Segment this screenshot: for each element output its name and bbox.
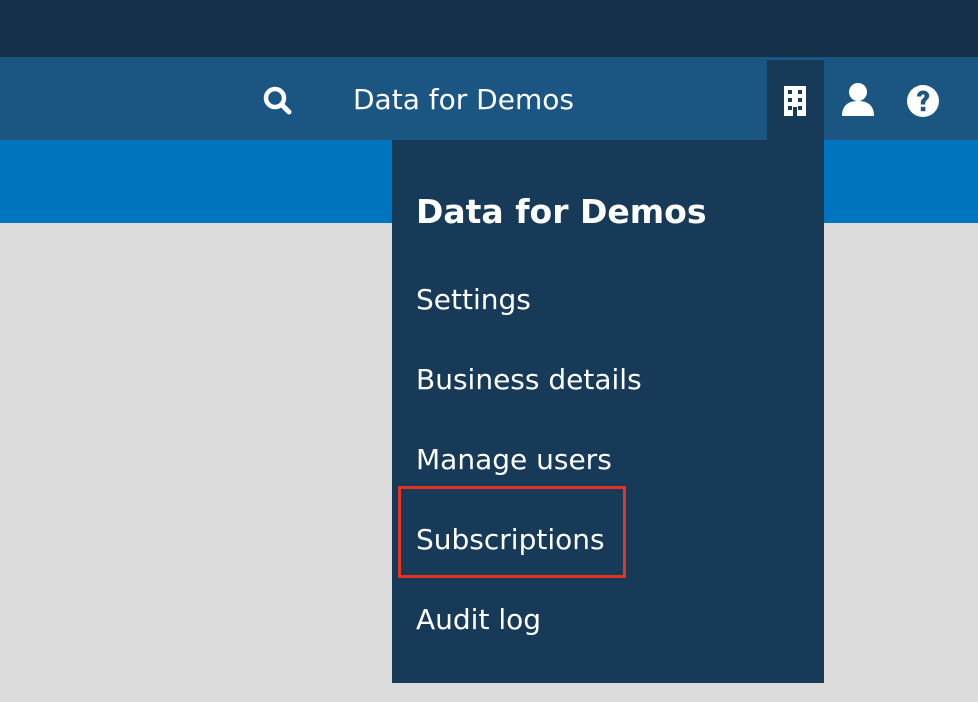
dropdown-title: Data for Demos [416, 192, 707, 231]
user-icon [842, 83, 874, 116]
menu-item-manage-users[interactable]: Manage users [416, 440, 612, 480]
user-menu-button[interactable] [838, 80, 878, 120]
search-icon [263, 86, 292, 115]
subscriptions-highlight-box [398, 486, 626, 578]
help-button[interactable] [902, 80, 944, 122]
organization-dropdown-menu: Data for Demos Settings Business details… [392, 140, 824, 683]
top-bar [0, 0, 978, 57]
organization-menu-button[interactable] [767, 60, 824, 140]
search-button[interactable] [258, 80, 298, 120]
menu-item-audit-log[interactable]: Audit log [416, 600, 541, 640]
menu-item-settings[interactable]: Settings [416, 280, 531, 320]
building-icon [784, 86, 806, 116]
menu-item-business-details[interactable]: Business details [416, 360, 642, 400]
organization-name[interactable]: Data for Demos [353, 82, 574, 118]
question-circle-icon [907, 85, 939, 117]
